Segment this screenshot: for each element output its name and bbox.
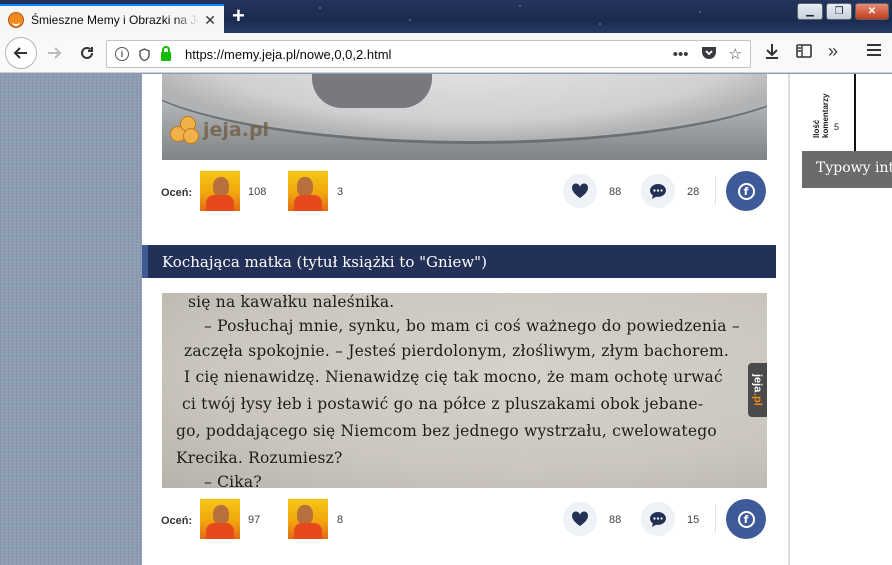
rating-row: Oceń: 97 8 88 15 f [142, 499, 788, 549]
comment-button[interactable] [641, 502, 675, 536]
heart-icon [571, 183, 589, 198]
forward-button[interactable] [39, 38, 69, 68]
book-text-line: zaczęła spokojnie. – Jesteś pierdolonym,… [184, 342, 730, 360]
heart-icon [571, 511, 589, 526]
site-info-icon[interactable]: i [115, 47, 129, 61]
comment-icon [650, 183, 666, 199]
facebook-share-button[interactable]: f [726, 171, 766, 211]
book-text-line: I cię nienawidzę. Nienawidzę cię tak moc… [184, 368, 723, 386]
book-text-line: – Posłuchaj mnie, synku, bo mam ci coś w… [204, 317, 740, 335]
post-title[interactable]: Kochająca matka (tytuł książki to "Gniew… [142, 245, 776, 278]
comment-count: 15 [687, 514, 700, 526]
drake-dislike-button[interactable] [288, 171, 328, 211]
book-text-line: Krecika. Rozumiesz? [176, 449, 343, 467]
browser-tab[interactable]: Śmieszne Memy i Obrazki na Jeja.pl ✕ [0, 4, 224, 33]
book-text-line: – Cika? [204, 473, 262, 488]
drake-like-button[interactable] [200, 171, 240, 211]
post-image[interactable]: się na kawałku naleśnika. – Posłuchaj mn… [162, 293, 767, 488]
right-sidebar: Ilość komentarzy 5 Typowy internauta [788, 74, 892, 565]
navigation-toolbar: i https://memy.jeja.pl/nowe,0,0,2.html •… [0, 33, 892, 73]
jeja-favicon-icon [8, 11, 24, 28]
sidebar-toggle-icon[interactable] [796, 43, 812, 64]
new-tab-button[interactable]: + [232, 5, 245, 27]
book-text-line: się na kawałku naleśnika. [188, 293, 395, 311]
rating-label: Oceń: [161, 515, 193, 527]
forward-arrow-icon [48, 47, 62, 59]
back-button[interactable] [5, 37, 37, 69]
bookmark-star-icon[interactable]: ☆ [729, 45, 742, 63]
book-text-line: ci twój łysy łeb i postawić go na półce … [182, 395, 704, 413]
url-text[interactable]: https://memy.jeja.pl/nowe,0,0,2.html [185, 47, 391, 62]
page-viewport: jeja.pl Oceń: 108 3 88 28 f Kochająca ma… [0, 74, 892, 565]
heart-count: 88 [609, 186, 622, 198]
comment-icon [650, 511, 666, 527]
comment-button[interactable] [641, 174, 675, 208]
heart-count: 88 [609, 514, 622, 526]
shield-icon[interactable] [137, 47, 151, 61]
close-window-button[interactable]: ✕ [855, 3, 889, 20]
tab-close-icon[interactable]: ✕ [204, 12, 216, 29]
comment-count: 28 [687, 186, 700, 198]
facebook-icon: f [737, 510, 755, 528]
divider [715, 505, 716, 533]
jeja-watermark: jeja.pl [170, 116, 269, 144]
back-arrow-icon [13, 47, 27, 59]
jeja-image-tag[interactable]: jeja .pl [748, 363, 767, 417]
facebook-icon: f [737, 182, 755, 200]
drake-dislike-button[interactable] [288, 499, 328, 539]
post-image[interactable]: jeja.pl [162, 74, 767, 160]
heart-button[interactable] [563, 502, 597, 536]
sidebar-chart-thumbnail[interactable]: Ilość komentarzy 5 [810, 74, 892, 164]
rating-row: Oceń: 108 3 88 28 f [142, 171, 788, 221]
page-actions-icon[interactable]: ••• [673, 46, 689, 63]
sidebar-banner[interactable]: Typowy internauta [802, 151, 892, 188]
reload-button[interactable] [72, 38, 102, 68]
facebook-share-button[interactable]: f [726, 499, 766, 539]
reload-icon [81, 46, 93, 59]
lock-icon [159, 45, 173, 61]
chart-ylabel: Ilość komentarzy [812, 93, 830, 138]
drake-like-button[interactable] [200, 499, 240, 539]
restore-button[interactable]: ❐ [826, 3, 852, 20]
minimize-button[interactable]: ▁ [797, 3, 823, 20]
overflow-chevron-icon[interactable]: » [828, 41, 838, 62]
dislike-count: 3 [337, 186, 344, 198]
heart-button[interactable] [563, 174, 597, 208]
chart-tick: 5 [834, 122, 840, 132]
pocket-icon[interactable] [701, 45, 717, 63]
like-count: 97 [248, 514, 261, 526]
download-icon[interactable] [764, 43, 780, 64]
main-content: jeja.pl Oceń: 108 3 88 28 f Kochająca ma… [142, 74, 788, 565]
dislike-count: 8 [337, 514, 344, 526]
address-bar[interactable]: i https://memy.jeja.pl/nowe,0,0,2.html •… [106, 40, 751, 68]
rating-label: Oceń: [161, 187, 193, 199]
tab-title: Śmieszne Memy i Obrazki na Jeja.pl [31, 12, 199, 27]
book-text-line: go, poddającego się Niemcom bez jednego … [176, 422, 717, 440]
hamburger-menu-icon[interactable] [866, 43, 882, 62]
window-titlebar: Śmieszne Memy i Obrazki na Jeja.pl ✕ + ▁… [0, 0, 892, 33]
divider [715, 177, 716, 205]
like-count: 108 [248, 186, 267, 198]
